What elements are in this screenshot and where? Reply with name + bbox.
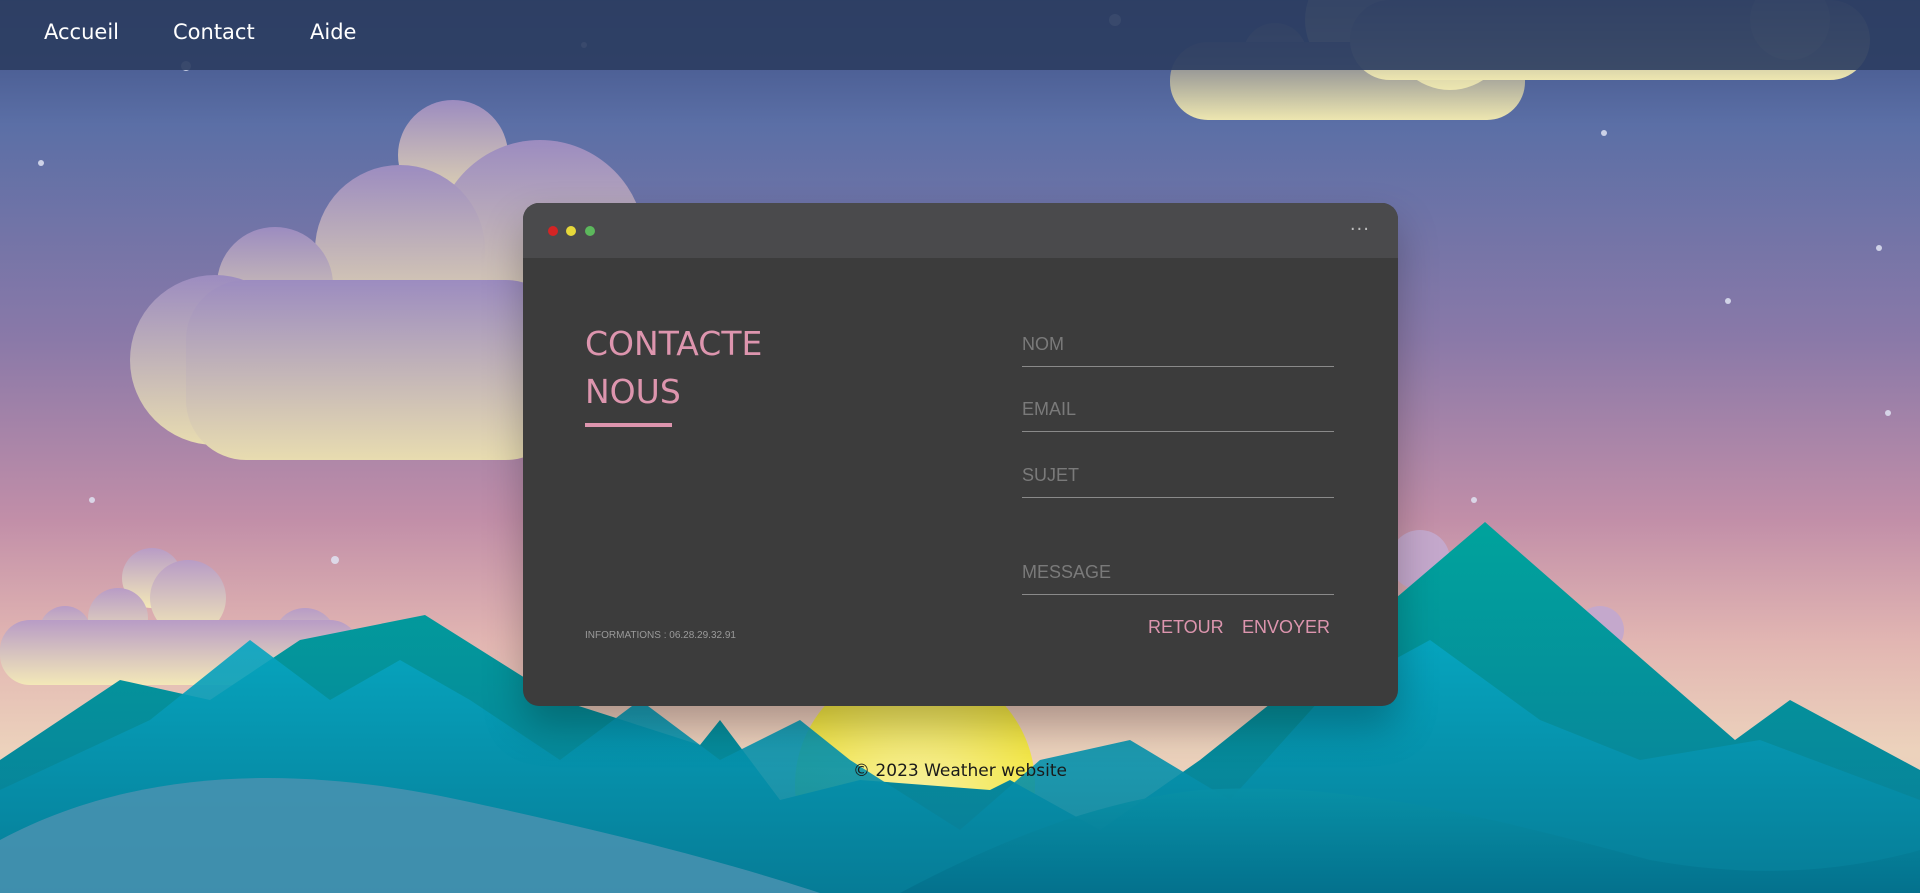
send-button[interactable]: ENVOYER (1242, 617, 1330, 638)
heading-line-2: NOUS (585, 372, 681, 411)
minimize-dot-icon[interactable] (566, 226, 576, 236)
top-nav: Accueil Contact Aide (0, 0, 1920, 70)
email-input[interactable] (1022, 387, 1334, 432)
window-titlebar: ··· (523, 203, 1398, 258)
message-input[interactable] (1022, 550, 1334, 595)
contact-info-text: INFORMATIONS : 06.28.29.32.91 (585, 630, 736, 641)
nav-link-aide[interactable]: Aide (310, 20, 356, 44)
nav-link-accueil[interactable]: Accueil (44, 20, 119, 44)
name-input[interactable] (1022, 322, 1334, 367)
heading-line-1: CONTACTE (585, 324, 763, 363)
more-options-icon[interactable]: ··· (1350, 219, 1370, 240)
nav-link-contact[interactable]: Contact (173, 20, 255, 44)
contact-window: ··· CONTACTE NOUS INFORMATIONS : 06.28.2… (523, 203, 1398, 706)
contact-heading: CONTACTE NOUS (585, 320, 762, 416)
heading-underline (585, 423, 672, 427)
close-dot-icon[interactable] (548, 226, 558, 236)
footer-copyright: © 2023 Weather website (853, 761, 1067, 781)
subject-input[interactable] (1022, 453, 1334, 498)
maximize-dot-icon[interactable] (585, 226, 595, 236)
back-button[interactable]: RETOUR (1148, 617, 1224, 638)
